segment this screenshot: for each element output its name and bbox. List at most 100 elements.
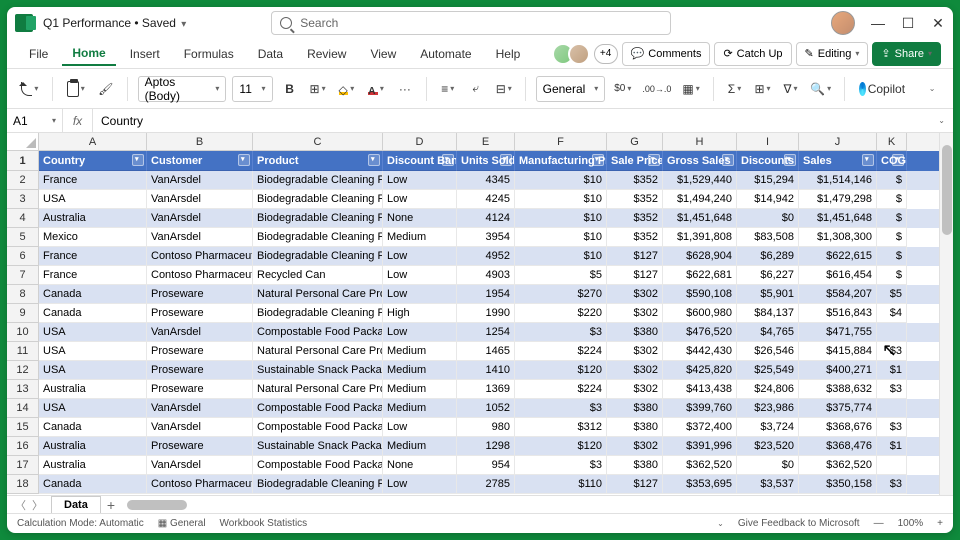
filter-icon[interactable] xyxy=(132,154,144,166)
cell[interactable]: Proseware xyxy=(147,361,253,380)
cell[interactable]: $372,400 xyxy=(663,418,737,437)
cell[interactable]: $476,520 xyxy=(663,323,737,342)
cell[interactable]: $388,632 xyxy=(799,380,877,399)
close-button[interactable]: ✕ xyxy=(931,16,945,30)
zoom-in-button[interactable]: + xyxy=(937,518,943,529)
cell[interactable]: France xyxy=(39,266,147,285)
cell[interactable]: Low xyxy=(383,323,457,342)
borders-button[interactable]: ⊞▾ xyxy=(307,76,329,102)
cell[interactable]: $3,724 xyxy=(737,418,799,437)
col-header[interactable]: A xyxy=(39,133,147,151)
row-header[interactable]: 15 xyxy=(7,418,39,437)
cell[interactable]: Medium xyxy=(383,380,457,399)
cell[interactable]: Compostable Food Packaging xyxy=(253,418,383,437)
cell[interactable]: Biodegradable Cleaning Products xyxy=(253,171,383,190)
tab-file[interactable]: File xyxy=(19,43,58,65)
filter-icon[interactable] xyxy=(892,154,904,166)
name-box[interactable]: A1▾ xyxy=(7,109,63,132)
sheet-tab[interactable]: Data xyxy=(51,496,101,513)
cell[interactable]: $3 xyxy=(515,399,607,418)
row-header[interactable]: 9 xyxy=(7,304,39,323)
row-header[interactable]: 16 xyxy=(7,437,39,456)
col-header[interactable]: B xyxy=(147,133,253,151)
sheet-nav-next[interactable]: 〉 xyxy=(32,497,43,513)
cell[interactable]: Low xyxy=(383,190,457,209)
cell[interactable]: $302 xyxy=(607,304,663,323)
cell[interactable]: $15,294 xyxy=(737,171,799,190)
cell[interactable]: High xyxy=(383,304,457,323)
cell[interactable]: $362,520 xyxy=(663,456,737,475)
presence-group[interactable]: +4 xyxy=(558,43,618,65)
cell[interactable]: Low xyxy=(383,285,457,304)
table-header-cell[interactable]: Product xyxy=(253,151,383,171)
font-size-select[interactable]: 11▾ xyxy=(232,76,272,102)
cell[interactable]: $622,681 xyxy=(663,266,737,285)
cell[interactable]: $3,537 xyxy=(737,475,799,494)
cell[interactable]: Medium xyxy=(383,361,457,380)
catchup-button[interactable]: ⟳ Catch Up xyxy=(714,42,791,66)
cell[interactable] xyxy=(877,323,907,342)
row-header[interactable]: 3 xyxy=(7,190,39,209)
table-header-cell[interactable]: Manufacturing Price xyxy=(515,151,607,171)
cell[interactable]: USA xyxy=(39,399,147,418)
cell[interactable]: $375,774 xyxy=(799,399,877,418)
cell[interactable]: Canada xyxy=(39,285,147,304)
filter-icon[interactable] xyxy=(862,154,874,166)
filter-icon[interactable] xyxy=(784,154,796,166)
row-header[interactable]: 6 xyxy=(7,247,39,266)
cell[interactable]: Australia xyxy=(39,380,147,399)
cell[interactable]: Proseware xyxy=(147,285,253,304)
table-header-cell[interactable]: Country xyxy=(39,151,147,171)
cell[interactable]: $3 xyxy=(515,456,607,475)
cell[interactable]: $ xyxy=(877,209,907,228)
cell[interactable]: VanArsdel xyxy=(147,228,253,247)
cell[interactable]: $352 xyxy=(607,228,663,247)
cell[interactable]: $ xyxy=(877,171,907,190)
cell[interactable]: $350,158 xyxy=(799,475,877,494)
cell[interactable]: Compostable Food Packaging xyxy=(253,323,383,342)
table-header-cell[interactable]: Sale Price xyxy=(607,151,663,171)
cell[interactable]: VanArsdel xyxy=(147,323,253,342)
cell[interactable]: $3 xyxy=(877,342,907,361)
cell[interactable]: $302 xyxy=(607,342,663,361)
cell[interactable]: $3 xyxy=(877,418,907,437)
cell[interactable]: USA xyxy=(39,361,147,380)
table-header-cell[interactable]: Customer xyxy=(147,151,253,171)
document-title[interactable]: Q1 Performance • Saved ▾ xyxy=(43,16,186,30)
cell[interactable]: Compostable Food Packaging xyxy=(253,399,383,418)
cell[interactable]: Recycled Can xyxy=(253,266,383,285)
cell[interactable]: Biodegradable Cleaning Products xyxy=(253,304,383,323)
row-header[interactable]: 13 xyxy=(7,380,39,399)
cell[interactable]: None xyxy=(383,209,457,228)
cell[interactable]: Medium xyxy=(383,399,457,418)
row-header[interactable]: 2 xyxy=(7,171,39,190)
format-table-button[interactable]: ▦▾ xyxy=(680,76,703,102)
cell[interactable]: $584,207 xyxy=(799,285,877,304)
cell[interactable]: $25,549 xyxy=(737,361,799,380)
cell[interactable]: Medium xyxy=(383,437,457,456)
cell[interactable]: $127 xyxy=(607,475,663,494)
cell[interactable]: $302 xyxy=(607,380,663,399)
cell[interactable]: Australia xyxy=(39,456,147,475)
cell[interactable]: Contoso Pharmaceuticals xyxy=(147,475,253,494)
cell[interactable]: Medium xyxy=(383,342,457,361)
col-header[interactable]: G xyxy=(607,133,663,151)
col-header[interactable]: D xyxy=(383,133,457,151)
cell[interactable]: $83,508 xyxy=(737,228,799,247)
cell[interactable]: $26,546 xyxy=(737,342,799,361)
cell[interactable]: $380 xyxy=(607,456,663,475)
cell[interactable]: $442,430 xyxy=(663,342,737,361)
cell[interactable]: $380 xyxy=(607,323,663,342)
cell[interactable]: Low xyxy=(383,266,457,285)
cell[interactable]: 954 xyxy=(457,456,515,475)
cell[interactable]: Biodegradable Cleaning Products xyxy=(253,190,383,209)
cell[interactable]: 1254 xyxy=(457,323,515,342)
cell[interactable]: $120 xyxy=(515,361,607,380)
tab-view[interactable]: View xyxy=(360,43,406,65)
row-header[interactable]: 12 xyxy=(7,361,39,380)
cell[interactable]: $368,676 xyxy=(799,418,877,437)
horizontal-scrollbar[interactable] xyxy=(127,498,947,512)
cell[interactable]: $14,942 xyxy=(737,190,799,209)
cell[interactable]: $352 xyxy=(607,171,663,190)
cell[interactable]: Australia xyxy=(39,437,147,456)
